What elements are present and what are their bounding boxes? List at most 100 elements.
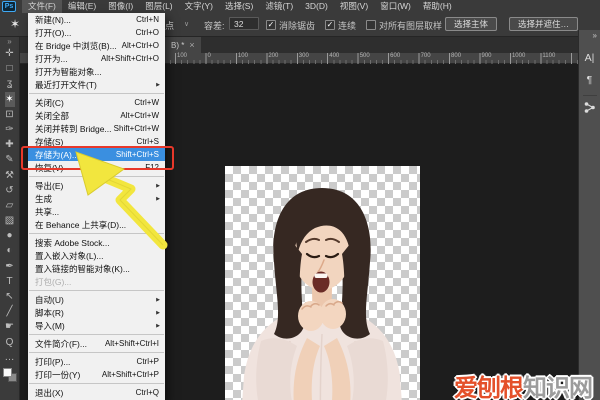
- menu-item-label: 新建(N)...: [28, 14, 71, 26]
- file-menu-item-10[interactable]: 存储(S)Ctrl+S: [28, 135, 165, 148]
- file-menu-item-24[interactable]: 自动(U)▶: [28, 293, 165, 306]
- share-panel-icon[interactable]: [579, 101, 600, 123]
- menubar-item-3[interactable]: 图层(L): [139, 0, 178, 13]
- path-select-tool[interactable]: ↖: [5, 289, 15, 304]
- magic-wand-tool[interactable]: ✶: [5, 92, 15, 107]
- menu-item-shortcut: Shift+Ctrl+W: [114, 124, 165, 133]
- submenu-arrow-icon: ▶: [156, 310, 165, 316]
- toolbar-collapse-icon[interactable]: »: [7, 37, 11, 46]
- option-checkbox-0[interactable]: ✓消除锯齿: [266, 19, 315, 32]
- menubar-item-1[interactable]: 编辑(E): [62, 0, 102, 13]
- select-subject-button[interactable]: 选择主体: [445, 17, 497, 31]
- file-menu-item-25[interactable]: 脚本(R)▶: [28, 306, 165, 319]
- menu-item-label: 打开为智能对象...: [28, 66, 102, 78]
- menubar-item-0[interactable]: 文件(F): [22, 0, 62, 13]
- dodge-tool[interactable]: ◐: [5, 243, 15, 258]
- file-menu-item-5[interactable]: 最近打开文件(T)▶: [28, 78, 165, 91]
- file-menu-item-21[interactable]: 置入链接的智能对象(K)...: [28, 262, 165, 275]
- menu-separator: [29, 334, 164, 335]
- menu-item-shortcut: Alt+Shift+Ctrl+P: [102, 370, 165, 379]
- checked-checkbox-icon[interactable]: ✓: [266, 20, 276, 30]
- menu-item-label: 最近打开文件(T): [28, 79, 97, 91]
- file-menu-item-7[interactable]: 关闭(C)Ctrl+W: [28, 96, 165, 109]
- file-menu-item-2[interactable]: 在 Bridge 中浏览(B)...Alt+Ctrl+O: [28, 39, 165, 52]
- paragraph-panel-icon[interactable]: ¶: [579, 70, 600, 92]
- menubar-item-7[interactable]: 3D(D): [299, 0, 334, 13]
- gradient-tool[interactable]: ▨: [5, 213, 15, 228]
- history-brush-tool[interactable]: ↺: [5, 183, 15, 198]
- woman-photo: [225, 166, 420, 400]
- file-menu-item-8[interactable]: 关闭全部Alt+Ctrl+W: [28, 109, 165, 122]
- ruler-label: 600: [390, 53, 400, 59]
- healing-brush-tool[interactable]: ✚: [5, 137, 15, 152]
- file-menu-item-11[interactable]: 存储为(A)...Shift+Ctrl+S: [28, 148, 165, 161]
- marquee-tool[interactable]: □: [5, 61, 15, 76]
- file-menu-item-20[interactable]: 置入嵌入对象(L)...: [28, 249, 165, 262]
- file-menu-item-30[interactable]: 打印(P)...Ctrl+P: [28, 355, 165, 368]
- menubar-item-2[interactable]: 图像(I): [102, 0, 139, 13]
- menu-item-label: 导入(M): [28, 320, 65, 332]
- sample-size-dropdown[interactable]: 点: [165, 19, 174, 32]
- file-menu-item-1[interactable]: 打开(O)...Ctrl+O: [28, 26, 165, 39]
- color-swatches[interactable]: [3, 368, 16, 381]
- foreground-color-swatch[interactable]: [3, 368, 12, 377]
- file-menu-item-12[interactable]: 恢复(V)F12: [28, 161, 165, 174]
- menu-item-label: 关闭并转到 Bridge...: [28, 123, 112, 135]
- zoom-tool[interactable]: Q: [5, 335, 15, 350]
- clone-stamp-tool[interactable]: ⚒: [5, 168, 15, 183]
- character-panel-icon[interactable]: A|: [579, 48, 600, 70]
- lasso-tool[interactable]: ʓ: [5, 76, 15, 91]
- unchecked-checkbox-icon[interactable]: [366, 20, 376, 30]
- ruler-label: 900: [482, 53, 492, 59]
- eyedropper-tool[interactable]: ✑: [5, 122, 15, 137]
- file-menu-item-26[interactable]: 导入(M)▶: [28, 319, 165, 332]
- file-menu-item-4[interactable]: 打开为智能对象...: [28, 65, 165, 78]
- expand-panels-icon[interactable]: »: [593, 32, 597, 40]
- file-menu-item-0[interactable]: 新建(N)... Ctrl+N: [28, 13, 165, 26]
- pen-tool[interactable]: ✒: [5, 259, 15, 274]
- file-menu-item-31[interactable]: 打印一份(Y)Alt+Shift+Ctrl+P: [28, 368, 165, 381]
- file-menu-item-16[interactable]: 共享...: [28, 205, 165, 218]
- file-menu-item-17[interactable]: 在 Behance 上共享(D)...: [28, 218, 165, 231]
- menu-separator: [29, 352, 164, 353]
- file-menu-item-28[interactable]: 文件简介(F)...Alt+Shift+Ctrl+I: [28, 337, 165, 350]
- ruler-label: 700: [421, 53, 431, 59]
- file-menu-item-3[interactable]: 打开为...Alt+Shift+Ctrl+O: [28, 52, 165, 65]
- option-checkbox-2[interactable]: 对所有图层取样: [366, 19, 442, 32]
- file-menu-item-15[interactable]: 生成▶: [28, 192, 165, 205]
- type-tool[interactable]: T: [5, 274, 15, 289]
- crop-tool[interactable]: ⊡: [5, 107, 15, 122]
- file-menu-item-14[interactable]: 导出(E)▶: [28, 179, 165, 192]
- ruler-label: 400: [329, 53, 339, 59]
- menu-item-shortcut: Ctrl+N: [136, 15, 165, 24]
- checkbox-label: 消除锯齿: [279, 19, 315, 32]
- file-menu-item-9[interactable]: 关闭并转到 Bridge...Shift+Ctrl+W: [28, 122, 165, 135]
- menubar-item-5[interactable]: 选择(S): [219, 0, 259, 13]
- move-tool[interactable]: ✛: [5, 46, 15, 61]
- menubar-item-9[interactable]: 窗口(W): [374, 0, 417, 13]
- line-tool[interactable]: ╱: [5, 304, 15, 319]
- more-tools[interactable]: …: [5, 350, 15, 365]
- file-menu-item-19[interactable]: 搜索 Adobe Stock...: [28, 236, 165, 249]
- checked-checkbox-icon[interactable]: ✓: [325, 20, 335, 30]
- option-checkbox-1[interactable]: ✓连续: [325, 19, 356, 32]
- menubar-item-10[interactable]: 帮助(H): [417, 0, 458, 13]
- tolerance-input[interactable]: 32: [229, 17, 259, 30]
- document-tab[interactable]: B) * ×: [165, 37, 201, 53]
- menu-item-shortcut: Ctrl+S: [137, 137, 165, 146]
- menu-item-label: 搜索 Adobe Stock...: [28, 237, 110, 249]
- brush-tool[interactable]: ✎: [5, 152, 15, 167]
- eraser-tool[interactable]: ▱: [5, 198, 15, 213]
- file-menu-item-33[interactable]: 退出(X)Ctrl+Q: [28, 386, 165, 399]
- blur-tool[interactable]: ●: [5, 228, 15, 243]
- menubar-item-8[interactable]: 视图(V): [334, 0, 374, 13]
- tab-close-icon[interactable]: ×: [189, 41, 194, 50]
- menu-item-shortcut: Alt+Shift+Ctrl+I: [105, 339, 165, 348]
- menu-item-shortcut: Ctrl+O: [136, 28, 165, 37]
- document-canvas[interactable]: [225, 166, 420, 400]
- select-and-mask-button[interactable]: 选择并遮住…: [509, 17, 578, 31]
- menubar-item-4[interactable]: 文字(Y): [179, 0, 219, 13]
- menubar-item-6[interactable]: 滤镜(T): [259, 0, 299, 13]
- hand-tool[interactable]: ☛: [5, 319, 15, 334]
- ruler-label: 1000: [512, 53, 525, 59]
